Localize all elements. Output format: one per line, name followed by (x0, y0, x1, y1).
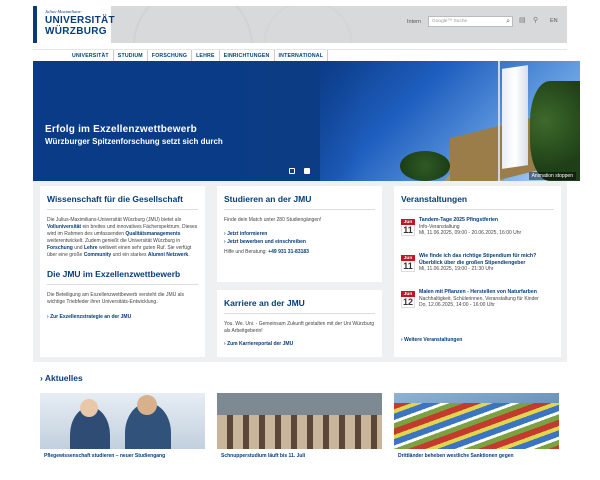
hotline-number[interactable]: +49 931 31-83183 (268, 249, 309, 255)
nav-item-studium[interactable]: STUDIUM (114, 50, 148, 61)
event-day: 11 (401, 225, 415, 236)
nav-item-universitaet[interactable]: UNIVERSITÄT (68, 50, 114, 61)
society-text: Die Julius-Maximilians-Universität Würzb… (47, 217, 198, 259)
study-text: Finde dein Match unter 280 Studiengängen… (224, 217, 322, 223)
divider (224, 209, 375, 210)
community-link[interactable]: Community (84, 252, 112, 258)
events-card: Veranstaltungen Jun 11 Tandem-Tage 2025 P… (394, 186, 561, 357)
society-text-part: und ein starkes (111, 252, 148, 258)
news-card[interactable]: Drittländer beheben westliche Sanktionen… (394, 393, 559, 463)
news-caption[interactable]: Pflegewissenschaft studieren – neuer Stu… (40, 449, 205, 463)
event-item[interactable]: Jun 11 Tandem-Tage 2025 Pfingstferien Inf… (401, 217, 554, 253)
study-apply-link[interactable]: Jetzt bewerben und einschreiben (224, 239, 375, 245)
society-text-part: . (188, 252, 190, 258)
seal-decoration (263, 6, 353, 43)
news-caption[interactable]: Drittländer beheben westliche Sanktionen… (394, 449, 559, 463)
nav-item-lehre[interactable]: LEHRE (192, 50, 220, 61)
page: Julius-Maximilians- UNIVERSITÄT WÜRZBURG… (0, 0, 600, 480)
events-title: Veranstaltungen (401, 194, 468, 204)
search-placeholder: Google™ Suche (432, 19, 468, 24)
hero-flag (502, 65, 528, 169)
event-day: 12 (401, 297, 415, 308)
hero-title: Erfolg im Exzellenzwettbewerb (45, 124, 197, 135)
slider-dot[interactable] (289, 168, 295, 174)
search-icon[interactable]: ⌕ (506, 18, 510, 26)
nav-item-international[interactable]: INTERNATIONAL (275, 50, 329, 61)
chevron-right-icon: › (40, 373, 43, 383)
hero-bush (400, 151, 450, 181)
event-time: Do, 12.06.2025, 14:00 - 16:00 Uhr (419, 302, 495, 308)
event-item[interactable]: Jun 12 Malen mit Pflanzen - Herstellen vo… (401, 289, 554, 333)
forschung-link[interactable]: Forschung (47, 245, 73, 251)
society-card: Wissenschaft für die Gesellschaft Die Ju… (40, 186, 205, 357)
nav-item-einrichtungen[interactable]: EINRICHTUNGEN (220, 50, 275, 61)
seal-decoration (133, 6, 253, 43)
hero-banner[interactable]: Erfolg im Exzellenzwettbewerb Würzburger… (33, 61, 580, 181)
divider (401, 209, 554, 210)
slider-dot-active[interactable] (304, 168, 310, 174)
event-title[interactable]: Malen mit Pflanzen - Herstellen von Natu… (419, 289, 554, 296)
career-link[interactable]: Zum Karriereportal der JMU (224, 341, 375, 347)
logo-line3: WÜRZBURG (45, 26, 107, 37)
event-time: Mi, 11.06.2025, 19:00 - 21:30 Uhr (419, 266, 494, 272)
site-header: Julius-Maximilians- UNIVERSITÄT WÜRZBURG… (33, 6, 567, 43)
hotline-label: Hilfe und Beratung: (224, 249, 269, 255)
news-image-wall (217, 393, 382, 415)
news-card[interactable]: Schnupperstudium läuft bis 11. Juli (217, 393, 382, 463)
print-icon[interactable]: ▤ (519, 16, 526, 24)
language-switch[interactable]: EN (550, 18, 558, 24)
divider (47, 209, 198, 210)
main-navigation: UNIVERSITÄT STUDIUM FORSCHUNG LEHRE EINR… (68, 50, 329, 61)
hero-flagpole (498, 61, 500, 181)
logo-line2: UNIVERSITÄT (45, 15, 115, 26)
news-card[interactable]: Pflegewissenschaft studieren – neuer Stu… (40, 393, 205, 463)
news-image-person (80, 399, 98, 417)
news-caption[interactable]: Schnupperstudium läuft bis 11. Juli (217, 449, 382, 463)
hero-subtitle: Würzburger Spitzenforschung setzt sich d… (45, 137, 223, 146)
volluniversitaet-link[interactable]: Volluniversität (47, 224, 81, 230)
alumni-link[interactable]: Alumni Netzwerk (148, 252, 188, 258)
event-date: Jun 11 (401, 255, 415, 272)
nav-item-forschung[interactable]: FORSCHUNG (148, 50, 193, 61)
study-title: Studieren an der JMU (224, 194, 312, 204)
intern-link[interactable]: Intern (407, 19, 421, 25)
event-date: Jun 11 (401, 219, 415, 236)
study-card: Studieren an der JMU Finde dein Match un… (217, 186, 382, 282)
news-image-person (137, 395, 157, 415)
career-card: Karriere an der JMU You. We. Uni. - Geme… (217, 290, 382, 357)
divider (224, 313, 375, 314)
divider (47, 284, 198, 285)
event-time: Mi, 11.06.2025, 09:00 - 20.06.2025, 16:0… (419, 230, 522, 236)
news-section-label: Aktuelles (44, 373, 83, 383)
sitemap-icon[interactable]: ⚲ (533, 16, 538, 24)
university-logo[interactable]: Julius-Maximilians- UNIVERSITÄT WÜRZBURG (33, 6, 115, 43)
career-text: You. We. Uni. - Gemeinsam Zukunft gestal… (224, 321, 375, 334)
event-date: Jun 12 (401, 291, 415, 308)
career-title: Karriere an der JMU (224, 298, 305, 308)
hero-overlay (33, 61, 363, 181)
logo-line1: Julius-Maximilians- (45, 9, 82, 14)
hero-tree (530, 81, 580, 181)
search-input[interactable]: Google™ Suche ⌕ (428, 16, 513, 27)
society-title: Wissenschaft für die Gesellschaft (47, 194, 183, 204)
news-section-title[interactable]: › Aktuelles (40, 373, 83, 383)
society-text-part: und (72, 245, 84, 251)
society-text-part: weiterentwickelt. Zudem genießt die Univ… (47, 238, 181, 244)
event-title[interactable]: Wie finde ich das richtige Stipendium fü… (419, 253, 554, 266)
qualitaetsmanagement-link[interactable]: Qualitätsmanagements (125, 231, 180, 237)
excellence-title: Die JMU im Exzellenzwettbewerb (47, 269, 181, 279)
lehre-link[interactable]: Lehre (84, 245, 98, 251)
excellence-text: Die Beteiligung am Exzellenzwettbewerb v… (47, 292, 185, 305)
study-info-link[interactable]: Jetzt informieren (224, 231, 375, 237)
more-events-link[interactable]: Weitere Veranstaltungen (401, 337, 554, 343)
society-text-part: Die Julius-Maximilians-Universität Würzb… (47, 217, 182, 223)
hotline-text: Hilfe und Beratung: +49 931 31-83183 (224, 249, 375, 256)
event-day: 11 (401, 261, 415, 272)
event-item[interactable]: Jun 11 Wie finde ich das richtige Stipend… (401, 253, 554, 289)
animation-stop-button[interactable]: Animation stoppen (528, 172, 576, 180)
excellence-link[interactable]: Zur Exzellenzstrategie an der JMU (47, 314, 198, 320)
